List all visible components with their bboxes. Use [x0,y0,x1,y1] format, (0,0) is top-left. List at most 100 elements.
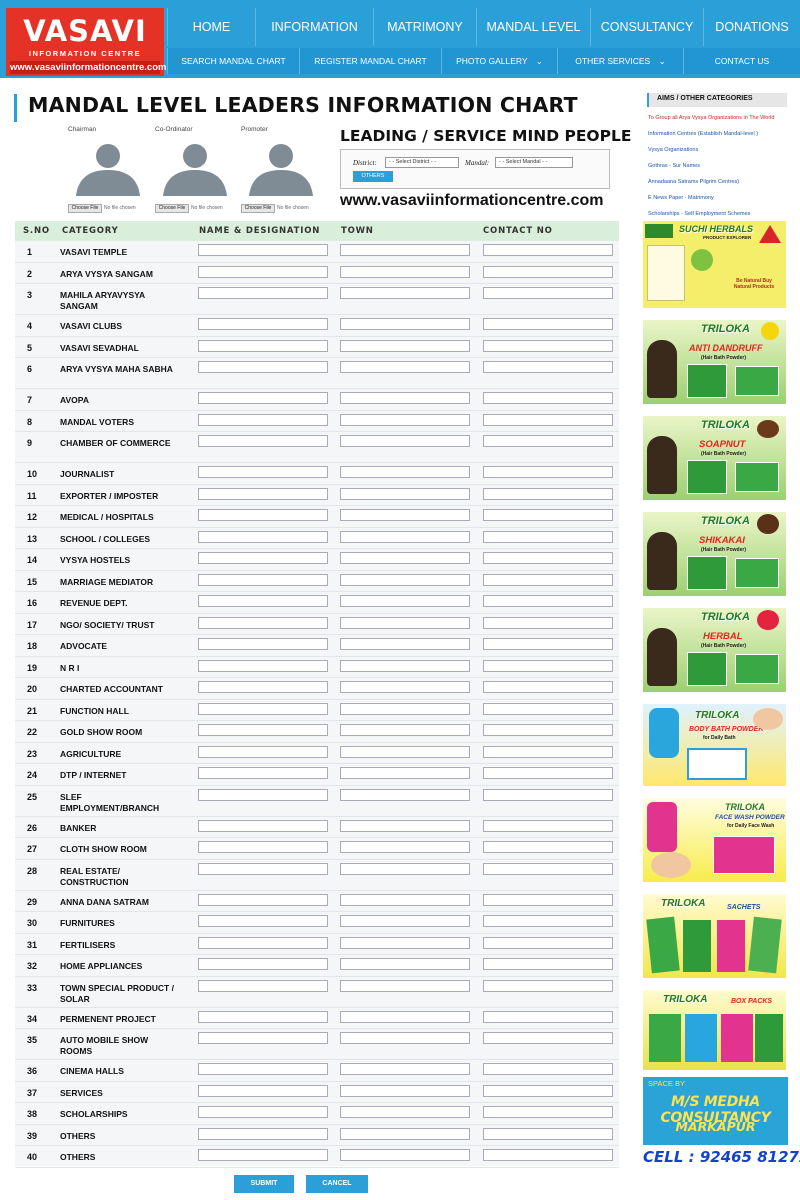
name-input[interactable] [198,893,328,906]
name-input[interactable] [198,413,328,426]
ad-triloka-box-packs[interactable]: TRILOKA BOX PACKS [643,990,786,1070]
contact-input[interactable] [483,413,613,426]
town-input[interactable] [340,1106,470,1118]
name-input[interactable] [198,287,328,299]
nav-home[interactable]: HOME [167,8,255,46]
name-input[interactable] [198,1010,328,1023]
nav-information[interactable]: INFORMATION [255,8,373,46]
name-input[interactable] [198,361,328,373]
others-button[interactable]: OTHERS [353,171,393,182]
sidebar-link[interactable]: Information Centres (Establish Mandal-le… [648,131,758,137]
district-select[interactable]: - - Select District - - [385,157,459,168]
contact-input[interactable] [483,767,613,779]
name-input[interactable] [198,392,328,404]
nav-mandal-level[interactable]: MANDAL LEVEL [476,8,590,46]
choose-file-button[interactable]: Choose File [241,204,275,213]
ad-triloka-body-bath[interactable]: TRILOKA BODY BATH POWDER for Daily Bath [643,704,786,786]
contact-input[interactable] [483,616,613,629]
name-input[interactable] [198,819,328,832]
contact-input[interactable] [483,392,613,404]
submit-button[interactable]: SUBMIT [234,1175,294,1193]
name-input[interactable] [198,638,328,650]
town-input[interactable] [340,244,470,256]
nav-other-services[interactable]: OTHER SERVICES ⌄ [557,48,683,74]
contact-input[interactable] [483,1084,613,1097]
town-input[interactable] [340,1063,470,1075]
contact-input[interactable] [483,681,613,693]
name-input[interactable] [198,573,328,586]
name-input[interactable] [198,767,328,779]
name-input[interactable] [198,1127,328,1140]
contact-input[interactable] [483,1063,613,1075]
town-input[interactable] [340,552,470,564]
town-input[interactable] [340,392,470,404]
contact-input[interactable] [483,287,613,299]
contact-input[interactable] [483,915,613,927]
town-input[interactable] [340,573,470,586]
contact-input[interactable] [483,595,613,607]
contact-input[interactable] [483,702,613,715]
contact-input[interactable] [483,862,613,875]
contact-input[interactable] [483,318,613,330]
town-input[interactable] [340,1010,470,1023]
town-input[interactable] [340,466,470,478]
contact-input[interactable] [483,509,613,521]
town-input[interactable] [340,724,470,736]
sidebar-link[interactable]: Gothras - Sur Names [648,163,700,169]
contact-input[interactable] [483,487,613,500]
contact-input[interactable] [483,552,613,564]
contact-input[interactable] [483,979,613,992]
contact-input[interactable] [483,339,613,352]
name-input[interactable] [198,466,328,478]
contact-input[interactable] [483,1149,613,1161]
sidebar-link[interactable]: Vysya Organizations [648,147,698,153]
sidebar-link[interactable]: Annadaana Satrams Pilgrim Centres) [648,179,739,185]
town-input[interactable] [340,958,470,970]
contact-input[interactable] [483,1010,613,1023]
contact-input[interactable] [483,530,613,543]
town-input[interactable] [340,841,470,853]
contact-input[interactable] [483,361,613,373]
name-input[interactable] [198,435,328,447]
town-input[interactable] [340,659,470,672]
town-input[interactable] [340,339,470,352]
contact-input[interactable] [483,638,613,650]
contact-input[interactable] [483,1032,613,1044]
name-input[interactable] [198,862,328,875]
ad-triloka-face-wash[interactable]: TRILOKA FACE WASH POWDER for Daily Face … [643,798,786,882]
town-input[interactable] [340,1149,470,1161]
nav-search-mandal-chart[interactable]: SEARCH MANDAL CHART [167,48,299,74]
contact-input[interactable] [483,1127,613,1140]
name-input[interactable] [198,915,328,927]
town-input[interactable] [340,530,470,543]
nav-register-mandal-chart[interactable]: REGISTER MANDAL CHART [299,48,441,74]
nav-consultancy[interactable]: CONSULTANCY [590,8,703,46]
nav-photo-gallery[interactable]: PHOTO GALLERY ⌄ [441,48,557,74]
nav-donations[interactable]: DONATIONS [703,8,800,46]
name-input[interactable] [198,659,328,672]
name-input[interactable] [198,552,328,564]
name-input[interactable] [198,265,328,278]
town-input[interactable] [340,265,470,278]
name-input[interactable] [198,1149,328,1161]
cancel-button[interactable]: CANCEL [306,1175,368,1193]
name-input[interactable] [198,487,328,500]
town-input[interactable] [340,487,470,500]
sidebar-link[interactable]: E News Paper - Matrimony [648,195,714,201]
town-input[interactable] [340,435,470,447]
name-input[interactable] [198,788,328,801]
name-input[interactable] [198,958,328,970]
choose-file-button[interactable]: Choose File [68,204,102,213]
name-input[interactable] [198,509,328,521]
town-input[interactable] [340,1127,470,1140]
ad-triloka-sachets[interactable]: TRILOKA SACHETS [643,894,786,978]
ad-suchi-herbals[interactable]: SUCHI HERBALS PRODUCT EXPLORER Be Natura… [643,221,786,308]
choose-file-button[interactable]: Choose File [155,204,189,213]
town-input[interactable] [340,595,470,607]
logo[interactable]: VASAVI INFORMATION CENTRE www.vasaviinfo… [6,8,166,76]
town-input[interactable] [340,638,470,650]
sidebar-link[interactable]: Scholarships - Self Employment Schemes [648,211,750,217]
town-input[interactable] [340,915,470,927]
contact-input[interactable] [483,893,613,906]
contact-input[interactable] [483,745,613,758]
